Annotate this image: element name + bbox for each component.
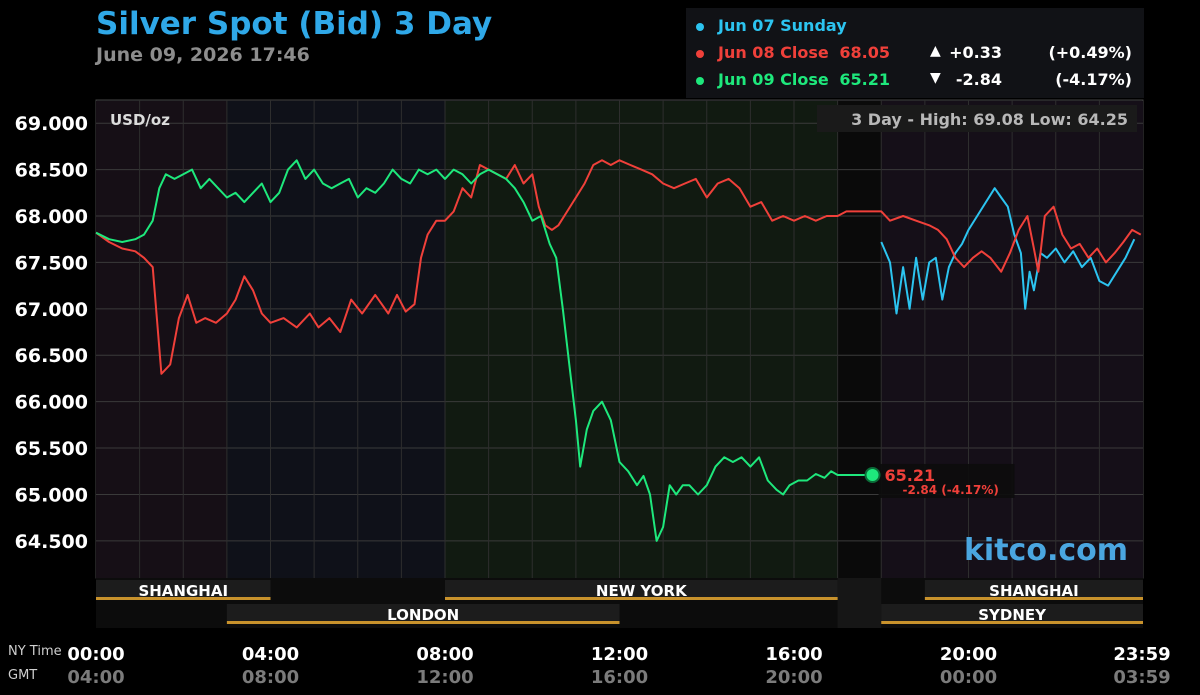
- x-row-label-gmt: GMT: [8, 668, 37, 683]
- legend-row-jun09: Jun 09 Close 65.21 ▼ -2.84 (-4.17%): [686, 70, 1144, 94]
- x-tick-label-gmt: 00:00: [940, 667, 997, 688]
- x-tick-label-ny: 04:00: [242, 644, 299, 665]
- x-tick-label-gmt: 08:00: [242, 667, 299, 688]
- legend-percent: (-4.17%): [1055, 70, 1132, 89]
- session-band: [96, 101, 227, 578]
- up-arrow-icon: ▲: [930, 43, 941, 59]
- x-axis: NY TimeGMT00:0004:0004:0008:0008:0012:00…: [8, 644, 1171, 688]
- legend-change: +0.33: [949, 43, 1002, 62]
- legend-change: -2.84: [955, 70, 1002, 89]
- session-band: [445, 101, 838, 578]
- session-band: [226, 101, 445, 578]
- legend-dot-icon: [696, 77, 704, 85]
- y-tick-label: 65.000: [15, 484, 88, 506]
- last-price-change: -2.84 (-4.17%): [903, 483, 999, 497]
- legend-value: 65.21: [839, 70, 890, 89]
- session-label: SHANGHAI: [989, 582, 1079, 600]
- y-axis-unit-label: USD/oz: [110, 111, 170, 129]
- legend-row-jun08: Jun 08 Close 68.05 ▲ +0.33 (+0.49%): [686, 43, 1144, 67]
- x-tick-label-ny: 20:00: [940, 644, 997, 665]
- x-tick-label-ny: 12:00: [591, 644, 648, 665]
- x-tick-label-ny: 16:00: [765, 644, 822, 665]
- chart-datetime: June 09, 2026 17:46: [96, 44, 310, 66]
- watermark: kitco.com: [964, 533, 1128, 568]
- last-price-marker: 65.21-2.84 (-4.17%): [864, 463, 1015, 498]
- x-tick-label-gmt: 04:00: [67, 667, 124, 688]
- x-tick-label-gmt: 12:00: [416, 667, 473, 688]
- y-tick-label: 66.500: [15, 345, 88, 367]
- x-tick-label-ny: 00:00: [67, 644, 124, 665]
- x-tick-label-ny: 08:00: [416, 644, 473, 665]
- session-label: SHANGHAI: [138, 582, 228, 600]
- session-label: LONDON: [387, 606, 459, 624]
- x-tick-label-gmt: 03:59: [1113, 667, 1170, 688]
- legend-row-jun07: Jun 07 Sunday: [686, 16, 1144, 40]
- y-axis: 69.000 68.500 68.000 67.500 67.000 66.500 66.0…: [15, 113, 88, 553]
- chart: 69.000 68.500 68.000 67.500 67.000 66.500 66.0…: [8, 99, 1171, 688]
- y-tick-label: 64.500: [15, 531, 88, 553]
- y-tick-label: 68.000: [15, 206, 88, 228]
- legend-label: Jun 09 Close: [718, 70, 829, 89]
- legend-label: Jun 08 Close: [718, 43, 829, 62]
- last-price-dot: [864, 466, 881, 483]
- x-row-label-ny: NY Time: [8, 644, 62, 659]
- session-band: [837, 101, 882, 578]
- y-tick-label: 67.000: [15, 299, 88, 321]
- legend-dot-icon: [696, 50, 704, 58]
- x-tick-label-gmt: 16:00: [591, 667, 648, 688]
- chart-title: Silver Spot (Bid) 3 Day: [96, 6, 493, 42]
- x-tick-label-gmt: 20:00: [765, 667, 822, 688]
- y-tick-label: 66.000: [15, 392, 88, 414]
- y-tick-label: 65.500: [15, 438, 88, 460]
- session-label: SYDNEY: [978, 606, 1047, 624]
- legend-dot-icon: [696, 23, 704, 31]
- session-strip-gap: [837, 578, 882, 628]
- legend-label: Jun 07 Sunday: [718, 16, 847, 35]
- session-label: NEW YORK: [596, 582, 688, 600]
- y-tick-label: 67.500: [15, 252, 88, 274]
- x-tick-label-ny: 23:59: [1113, 644, 1170, 665]
- legend: Jun 07 Sunday Jun 08 Close 68.05 ▲ +0.33…: [686, 8, 1144, 98]
- legend-percent: (+0.49%): [1048, 43, 1132, 62]
- down-arrow-icon: ▼: [930, 70, 941, 86]
- legend-value: 68.05: [839, 43, 890, 62]
- y-tick-label: 68.500: [15, 160, 88, 182]
- y-tick-label: 69.000: [15, 113, 88, 135]
- range-box-text: 3 Day - High: 69.08 Low: 64.25: [851, 110, 1128, 129]
